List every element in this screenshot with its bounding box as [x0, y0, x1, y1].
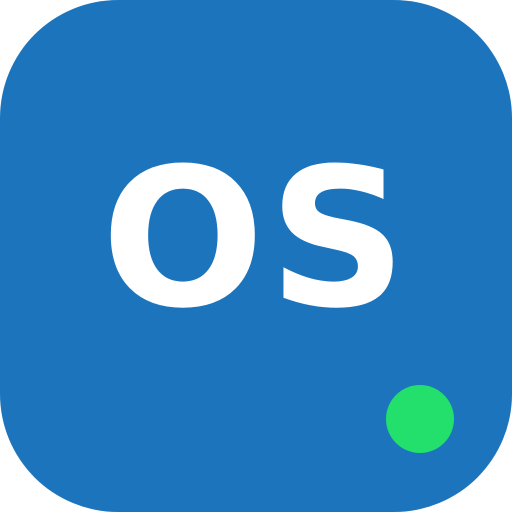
app-icon-label: OS	[101, 128, 411, 351]
status-indicator-dot	[386, 385, 454, 453]
app-icon[interactable]: OS	[0, 0, 512, 512]
